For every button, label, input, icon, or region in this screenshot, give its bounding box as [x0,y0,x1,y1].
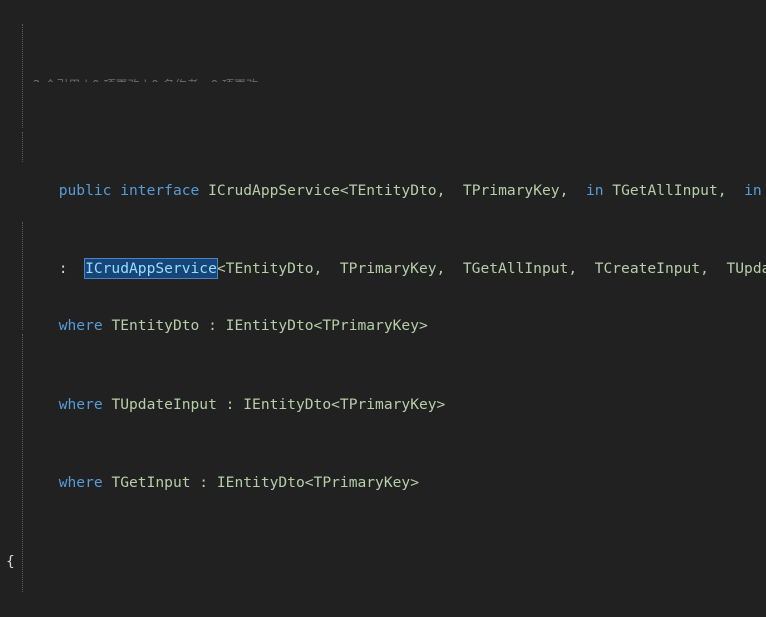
where-constraint-type[interactable]: IEntityDto [226,317,314,334]
keyword-in: in [585,181,604,199]
generic-params: TEntityDto, TPrimaryKey, [348,181,586,199]
brace-open: { [6,552,15,570]
keyword-public: public [58,181,112,199]
interface-name[interactable]: ICrudAppService [208,182,340,199]
code-line-base-1[interactable]: : ICrudAppService<TEntityDto, TPrimaryKe… [0,237,766,279]
keyword-where: where [58,395,103,413]
keyword-where: where [58,474,103,491]
where-body: TGetInput : [102,474,217,491]
where-constraint-generic: <TPrimaryKey> [304,474,419,491]
keyword-where: where [58,317,103,334]
keyword-interface: interface [120,181,200,199]
where-constraint-type[interactable]: IEntityDto [243,396,331,413]
keyword-in: in [744,181,762,199]
code-line-where-1-1[interactable]: where TEntityDto : IEntityDto<TPrimaryKe… [0,315,766,337]
code-line-where-1-3[interactable]: where TGetInput : IEntityDto<TPrimaryKey… [0,472,766,494]
base-generics: <TEntityDto, TPrimaryKey, TGetAllInput, … [216,260,766,277]
codelens-clipped[interactable]: 2 个引用 | 0 项更改 | 0 名作者，0 项更改 [0,76,766,82]
where-constraint-type[interactable]: IEntityDto [217,474,305,491]
where-body: TUpdateInput : [102,395,244,413]
code-line-declaration-1[interactable]: public interface ICrudAppService<TEntity… [0,158,766,199]
code-content[interactable]: 2 个引用 | 0 项更改 | 0 名作者，0 项更改 public inter… [0,0,766,617]
base-colon: : [58,260,86,277]
generic-param-createinput: TCreat [762,182,766,199]
code-editor[interactable]: 2 个引用 | 0 项更改 | 0 名作者，0 项更改 public inter… [0,0,766,617]
codelens-text: 2 个引用 | 0 项更改 | 0 名作者，0 项更改 [33,78,258,82]
where-constraint-generic: <TPrimaryKey> [313,317,428,334]
generic-open: < [339,181,349,199]
where-body: TEntityDto : [102,317,226,334]
code-line-brace-open-1[interactable]: { [0,551,766,573]
code-line-where-1-2[interactable]: where TUpdateInput : IEntityDto<TPrimary… [0,394,766,416]
code-line-blank[interactable] [0,610,766,617]
where-constraint-generic: <TPrimaryKey> [331,395,446,413]
selected-symbol-icrudappservice[interactable]: ICrudAppService [84,258,218,279]
generic-param-getallinput: TGetAllInput, [603,181,745,199]
